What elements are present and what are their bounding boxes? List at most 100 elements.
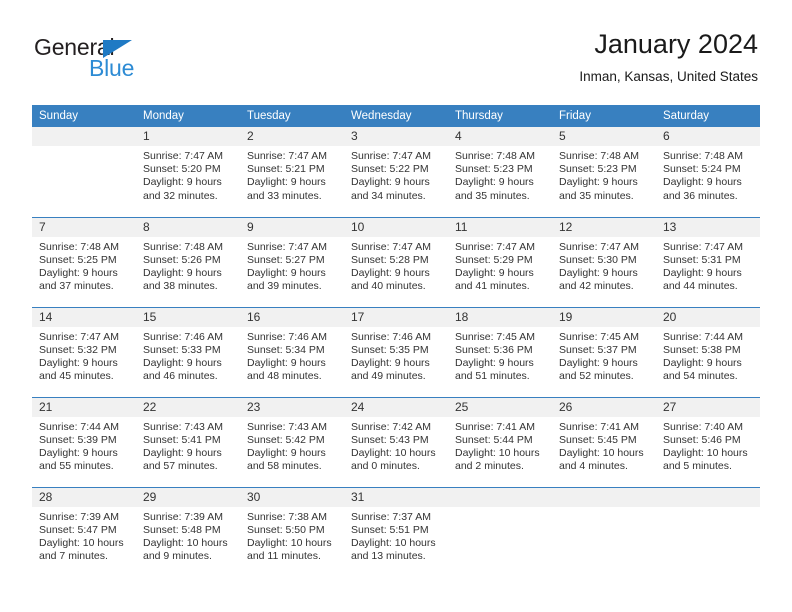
daylight-duration-line2: and 32 minutes. <box>143 189 218 202</box>
sunset-time: Sunset: 5:22 PM <box>351 163 429 176</box>
calendar-day-cell[interactable]: 10 Sunrise: 7:47 AM Sunset: 5:28 PM Dayligh… <box>344 216 448 307</box>
calendar-day-cell[interactable]: 8 Sunrise: 7:48 AM Sunset: 5:26 PM Daylight… <box>136 216 240 307</box>
daylight-duration-line1: Daylight: 9 hours <box>351 176 430 189</box>
sunset-time: Sunset: 5:44 PM <box>455 433 533 446</box>
calendar-day-cell[interactable]: 20 Sunrise: 7:44 AM Sunset: 5:38 PM Dayligh… <box>656 306 760 397</box>
daylight-duration-line1: Daylight: 9 hours <box>39 356 118 369</box>
calendar-day-cell[interactable]: 31 Sunrise: 7:37 AM Sunset: 5:51 PM Dayligh… <box>344 486 448 577</box>
calendar-day-cell[interactable]: 15 Sunrise: 7:46 AM Sunset: 5:33 PM Dayligh… <box>136 306 240 397</box>
calendar-day-cell[interactable]: 16 Sunrise: 7:46 AM Sunset: 5:34 PM Dayligh… <box>240 306 344 397</box>
calendar-day-cell[interactable]: 25 Sunrise: 7:41 AM Sunset: 5:44 PM Dayligh… <box>448 396 552 487</box>
daylight-duration-line1: Daylight: 10 hours <box>351 446 436 459</box>
calendar-day-cell[interactable]: 6 Sunrise: 7:48 AM Sunset: 5:24 PM Daylight… <box>656 127 760 217</box>
calendar-day-cell[interactable]: 29 Sunrise: 7:39 AM Sunset: 5:48 PM Dayligh… <box>136 486 240 577</box>
daylight-duration-line1: Daylight: 9 hours <box>143 356 222 369</box>
page-title: January 2024 <box>594 29 758 59</box>
sunrise-time: Sunrise: 7:47 AM <box>351 150 431 162</box>
sunrise-time: Sunrise: 7:47 AM <box>351 240 431 253</box>
calendar-day-cell[interactable]: 7 Sunrise: 7:48 AM Sunset: 5:25 PM Daylight… <box>32 216 136 307</box>
daylight-duration-line2: and 52 minutes. <box>559 370 634 383</box>
sunrise-time: Sunrise: 7:48 AM <box>559 150 639 162</box>
day-details: Sunrise: 7:48 AM Sunset: 5:24 PM Daylight:… <box>656 146 760 203</box>
calendar-day-cell[interactable]: 23 Sunrise: 7:43 AM Sunset: 5:42 PM Dayligh… <box>240 396 344 487</box>
daylight-duration-line2: and 39 minutes. <box>247 280 322 293</box>
daylight-duration-line2: and 13 minutes. <box>351 550 426 563</box>
day-number: 26 <box>552 397 656 417</box>
calendar-day-cell[interactable]: 3 Sunrise: 7:47 AM Sunset: 5:22 PM Daylight… <box>344 127 448 217</box>
sunset-time: Sunset: 5:33 PM <box>143 343 221 356</box>
daylight-duration-line1: Daylight: 9 hours <box>39 266 118 279</box>
daylight-duration-line1: Daylight: 9 hours <box>247 446 326 459</box>
calendar-day-cell[interactable]: 2 Sunrise: 7:47 AM Sunset: 5:21 PM Daylight… <box>240 127 344 217</box>
sunset-time: Sunset: 5:28 PM <box>351 253 429 266</box>
sunset-time: Sunset: 5:20 PM <box>143 163 221 176</box>
page-subtitle: Inman, Kansas, United States <box>579 69 758 84</box>
calendar-day-cell[interactable]: 17 Sunrise: 7:46 AM Sunset: 5:35 PM Dayligh… <box>344 306 448 397</box>
sunset-time: Sunset: 5:41 PM <box>143 433 221 446</box>
daylight-duration-line2: and 40 minutes. <box>351 280 426 293</box>
day-number: 1 <box>136 127 240 146</box>
daylight-duration-line2: and 45 minutes. <box>39 370 114 383</box>
calendar-day-cell[interactable]: 21 Sunrise: 7:44 AM Sunset: 5:39 PM Dayligh… <box>32 396 136 487</box>
daylight-duration-line1: Daylight: 9 hours <box>39 446 118 459</box>
daylight-duration-line2: and 57 minutes. <box>143 460 218 473</box>
day-details: Sunrise: 7:47 AM Sunset: 5:30 PM Daylight:… <box>552 237 656 294</box>
sunset-time: Sunset: 5:42 PM <box>247 433 325 446</box>
calendar-day-cell[interactable]: 11 Sunrise: 7:47 AM Sunset: 5:29 PM Dayligh… <box>448 216 552 307</box>
weekday-header-saturday: Saturday <box>656 105 760 127</box>
sunrise-time: Sunrise: 7:41 AM <box>559 420 639 433</box>
day-details: Sunrise: 7:46 AM Sunset: 5:33 PM Daylight:… <box>136 327 240 384</box>
daylight-duration-line2: and 2 minutes. <box>455 460 524 473</box>
sunrise-time: Sunrise: 7:46 AM <box>351 330 431 343</box>
day-number: 10 <box>344 217 448 237</box>
daylight-duration-line2: and 4 minutes. <box>559 460 628 473</box>
calendar-day-cell[interactable]: 14 Sunrise: 7:47 AM Sunset: 5:32 PM Dayligh… <box>32 306 136 397</box>
calendar-day-cell[interactable]: 24 Sunrise: 7:42 AM Sunset: 5:43 PM Dayligh… <box>344 396 448 487</box>
day-details: Sunrise: 7:44 AM Sunset: 5:38 PM Daylight:… <box>656 327 760 384</box>
sunset-time: Sunset: 5:30 PM <box>559 253 637 266</box>
weekday-header-tuesday: Tuesday <box>240 105 344 127</box>
calendar-day-cell[interactable]: 13 Sunrise: 7:47 AM Sunset: 5:31 PM Dayligh… <box>656 216 760 307</box>
weekday-header-friday: Friday <box>552 105 656 127</box>
daylight-duration-line1: Daylight: 9 hours <box>247 266 326 279</box>
calendar-day-cell[interactable]: 5 Sunrise: 7:48 AM Sunset: 5:23 PM Daylight… <box>552 127 656 217</box>
daylight-duration-line2: and 35 minutes. <box>455 189 530 202</box>
sunrise-time: Sunrise: 7:39 AM <box>143 510 223 523</box>
calendar-day-cell[interactable]: 18 Sunrise: 7:45 AM Sunset: 5:36 PM Dayligh… <box>448 306 552 397</box>
sunrise-time: Sunrise: 7:45 AM <box>559 330 639 343</box>
calendar-day-cell[interactable]: 26 Sunrise: 7:41 AM Sunset: 5:45 PM Dayligh… <box>552 396 656 487</box>
calendar-day-cell[interactable]: 1 Sunrise: 7:47 AM Sunset: 5:20 PM Daylight… <box>136 127 240 217</box>
sunrise-time: Sunrise: 7:37 AM <box>351 510 431 523</box>
daylight-duration-line2: and 33 minutes. <box>247 189 322 202</box>
day-number: 7 <box>32 217 136 237</box>
calendar-day-cell[interactable]: 27 Sunrise: 7:40 AM Sunset: 5:46 PM Dayligh… <box>656 396 760 487</box>
calendar-day-cell[interactable]: 30 Sunrise: 7:38 AM Sunset: 5:50 PM Dayligh… <box>240 486 344 577</box>
sunset-time: Sunset: 5:50 PM <box>247 523 325 536</box>
calendar-day-cell[interactable]: 4 Sunrise: 7:48 AM Sunset: 5:23 PM Daylight… <box>448 127 552 217</box>
day-number: 21 <box>32 397 136 417</box>
calendar-day-cell[interactable]: 22 Sunrise: 7:43 AM Sunset: 5:41 PM Dayligh… <box>136 396 240 487</box>
day-details: Sunrise: 7:41 AM Sunset: 5:44 PM Daylight:… <box>448 417 552 474</box>
day-details: Sunrise: 7:47 AM Sunset: 5:29 PM Daylight:… <box>448 237 552 294</box>
daylight-duration-line1: Daylight: 9 hours <box>663 176 742 189</box>
sunset-time: Sunset: 5:35 PM <box>351 343 429 356</box>
day-details: Sunrise: 7:43 AM Sunset: 5:42 PM Daylight:… <box>240 417 344 474</box>
day-number: 20 <box>656 307 760 327</box>
sunset-time: Sunset: 5:45 PM <box>559 433 637 446</box>
calendar-day-cell[interactable]: 9 Sunrise: 7:47 AM Sunset: 5:27 PM Daylight… <box>240 216 344 307</box>
day-number: 25 <box>448 397 552 417</box>
calendar-day-cell[interactable]: 19 Sunrise: 7:45 AM Sunset: 5:37 PM Dayligh… <box>552 306 656 397</box>
day-number: 5 <box>552 127 656 146</box>
daylight-duration-line1: Daylight: 9 hours <box>143 446 222 459</box>
daylight-duration-line1: Daylight: 9 hours <box>455 176 534 189</box>
weekday-header-wednesday: Wednesday <box>344 105 448 127</box>
daylight-duration-line2: and 49 minutes. <box>351 370 426 383</box>
sunset-time: Sunset: 5:47 PM <box>39 523 117 536</box>
day-details: Sunrise: 7:42 AM Sunset: 5:43 PM Daylight:… <box>344 417 448 474</box>
day-number: 30 <box>240 487 344 507</box>
day-details: Sunrise: 7:43 AM Sunset: 5:41 PM Daylight:… <box>136 417 240 474</box>
calendar-day-cell[interactable]: 28 Sunrise: 7:39 AM Sunset: 5:47 PM Dayligh… <box>32 486 136 577</box>
day-number: 9 <box>240 217 344 237</box>
weekday-header-monday: Monday <box>136 105 240 127</box>
calendar-day-cell[interactable]: 12 Sunrise: 7:47 AM Sunset: 5:30 PM Dayligh… <box>552 216 656 307</box>
